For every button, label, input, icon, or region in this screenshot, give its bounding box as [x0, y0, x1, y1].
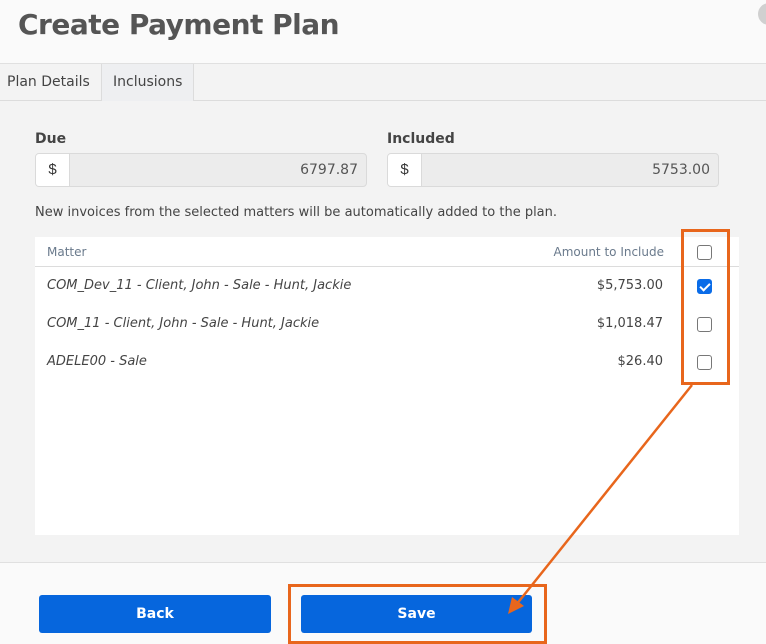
due-value: 6797.87	[300, 162, 358, 178]
matter-name: ADELE00 - Sale	[47, 354, 147, 369]
dollar-prefix: $	[388, 154, 422, 186]
amount-value: $1,018.47	[596, 316, 663, 331]
row-checkbox[interactable]	[697, 317, 712, 332]
row-checkbox[interactable]	[697, 279, 712, 294]
page-title: Create Payment Plan	[18, 8, 340, 41]
tab-bar: Plan Details Inclusions	[0, 64, 766, 101]
table-row: COM_Dev_11 - Client, John - Sale - Hunt,…	[35, 268, 739, 306]
matter-name: COM_Dev_11 - Client, John - Sale - Hunt,…	[47, 278, 352, 293]
included-label: Included	[387, 131, 455, 147]
table-header: Matter Amount to Include	[35, 237, 739, 267]
included-value: 5753.00	[652, 162, 710, 178]
inclusions-panel: Due $ 6797.87 Included $ 5753.00 New inv…	[0, 101, 766, 563]
save-button[interactable]: Save	[301, 595, 532, 633]
included-field[interactable]: $ 5753.00	[387, 153, 719, 187]
matters-table: Matter Amount to Include COM_Dev_11 - Cl…	[35, 237, 739, 535]
back-button[interactable]: Back	[39, 595, 271, 633]
due-label: Due	[35, 131, 67, 147]
table-row: COM_11 - Client, John - Sale - Hunt, Jac…	[35, 306, 739, 344]
amount-value: $5,753.00	[596, 278, 663, 293]
due-field[interactable]: $ 6797.87	[35, 153, 367, 187]
close-icon[interactable]	[758, 3, 766, 25]
info-note: New invoices from the selected matters w…	[35, 205, 558, 220]
matter-name: COM_11 - Client, John - Sale - Hunt, Jac…	[47, 316, 320, 331]
select-all-checkbox[interactable]	[697, 245, 712, 260]
row-checkbox[interactable]	[697, 355, 712, 370]
table-row: ADELE00 - Sale $26.40	[35, 344, 739, 382]
column-header-amount: Amount to Include	[553, 245, 664, 259]
dollar-prefix: $	[36, 154, 70, 186]
dialog-footer: Back Save	[0, 564, 766, 644]
column-header-matter: Matter	[47, 245, 87, 259]
tab-plan-details[interactable]: Plan Details	[0, 64, 101, 101]
amount-value: $26.40	[617, 354, 664, 369]
tab-inclusions[interactable]: Inclusions	[101, 64, 194, 101]
dialog-header: Create Payment Plan	[0, 0, 766, 64]
